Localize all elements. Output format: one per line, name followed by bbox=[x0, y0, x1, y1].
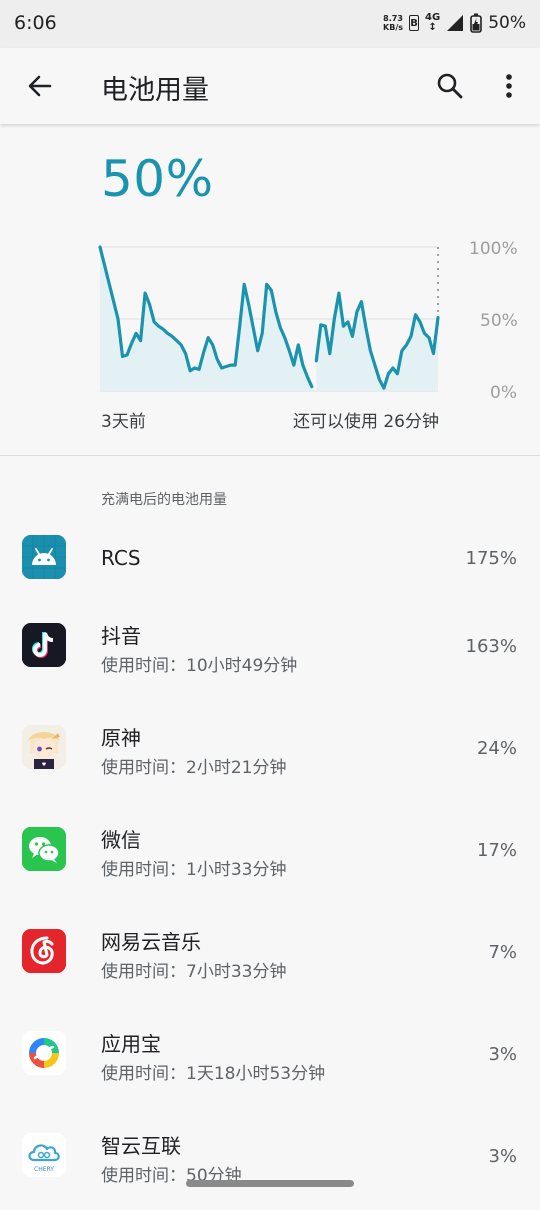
battery-level: 50% bbox=[101, 150, 214, 208]
app-row-genshin[interactable]: ♥ 原神 使用时间：2小时21分钟 24% bbox=[0, 722, 540, 802]
x-left-label: 3天前 bbox=[101, 412, 146, 432]
status-bar: 6:06 8.73 KB/s B 4G ↕ 50% bbox=[0, 0, 540, 48]
app-row-douyin[interactable]: 抖音 使用时间：10小时49分钟 163% bbox=[0, 620, 540, 700]
status-icons: 8.73 KB/s B 4G ↕ 50% bbox=[383, 13, 526, 34]
app-row-rcs[interactable]: RCS 175% bbox=[0, 518, 540, 598]
search-icon[interactable] bbox=[432, 68, 468, 104]
app-percent: 24% bbox=[476, 738, 517, 759]
app-percent: 175% bbox=[465, 548, 517, 569]
back-arrow-icon[interactable] bbox=[22, 68, 58, 104]
app-name: 微信 bbox=[101, 828, 141, 852]
gesture-nav-bar[interactable] bbox=[186, 1180, 354, 1187]
app-usage-time: 使用时间：10小时49分钟 bbox=[101, 656, 298, 676]
app-usage-time: 使用时间：1小时33分钟 bbox=[101, 860, 287, 880]
app-percent: 7% bbox=[488, 942, 517, 963]
network-type: 4G ↕ bbox=[425, 13, 440, 33]
android-icon bbox=[22, 535, 66, 579]
app-usage-time: 使用时间：1天18小时53分钟 bbox=[101, 1064, 326, 1084]
net-speed: 8.73 KB/s bbox=[383, 14, 403, 32]
x-right-label: 还可以使用 26分钟 bbox=[292, 412, 439, 432]
app-name: 网易云音乐 bbox=[101, 930, 201, 954]
app-row-netease-music[interactable]: 网易云音乐 使用时间：7小时33分钟 7% bbox=[0, 926, 540, 1006]
battery-usage-chart bbox=[98, 245, 440, 392]
page-title: 电池用量 bbox=[101, 75, 209, 106]
app-percent: 163% bbox=[465, 636, 517, 657]
battery-icon bbox=[470, 13, 483, 33]
svg-text:♥: ♥ bbox=[42, 762, 47, 768]
yingyongbao-icon bbox=[22, 1031, 66, 1075]
b-badge-icon: B bbox=[409, 15, 420, 31]
signal-icon bbox=[447, 15, 464, 31]
app-bar: 电池用量 bbox=[0, 48, 540, 124]
app-row-yingyongbao[interactable]: 应用宝 使用时间：1天18小时53分钟 3% bbox=[0, 1028, 540, 1108]
y-tick-label: 100% bbox=[469, 239, 518, 259]
app-row-zhiyun[interactable]: CHERY 智云互联 使用时间：50分钟 3% bbox=[0, 1130, 540, 1210]
douyin-icon bbox=[22, 623, 66, 667]
app-usage-time: 使用时间：2小时21分钟 bbox=[101, 758, 287, 778]
status-time: 6:06 bbox=[14, 12, 57, 34]
net-speed-value: 8.73 bbox=[383, 14, 403, 23]
app-name: 应用宝 bbox=[101, 1032, 161, 1056]
zhiyun-cloud-icon: CHERY bbox=[22, 1133, 66, 1177]
app-percent: 3% bbox=[488, 1146, 517, 1167]
more-vert-icon[interactable] bbox=[492, 68, 528, 104]
wechat-icon bbox=[22, 827, 66, 871]
app-row-wechat[interactable]: 微信 使用时间：1小时33分钟 17% bbox=[0, 824, 540, 904]
app-name: RCS bbox=[101, 546, 141, 570]
y-tick-label: 50% bbox=[480, 311, 518, 331]
net-speed-unit: KB/s bbox=[383, 23, 404, 32]
app-name: 抖音 bbox=[101, 624, 141, 648]
divider bbox=[0, 455, 540, 456]
data-arrows-icon: ↕ bbox=[428, 22, 437, 33]
battery-percent: 50% bbox=[488, 13, 526, 33]
app-percent: 3% bbox=[488, 1044, 517, 1065]
app-percent: 17% bbox=[476, 840, 517, 861]
netease-music-icon bbox=[22, 929, 66, 973]
genshin-icon: ♥ bbox=[22, 725, 66, 769]
app-name: 原神 bbox=[101, 726, 141, 750]
section-header: 充满电后的电池用量 bbox=[101, 492, 227, 508]
app-usage-time: 使用时间：7小时33分钟 bbox=[101, 962, 287, 982]
chery-logo-text: CHERY bbox=[34, 1166, 54, 1173]
y-tick-label: 0% bbox=[490, 383, 517, 403]
app-name: 智云互联 bbox=[101, 1134, 181, 1158]
